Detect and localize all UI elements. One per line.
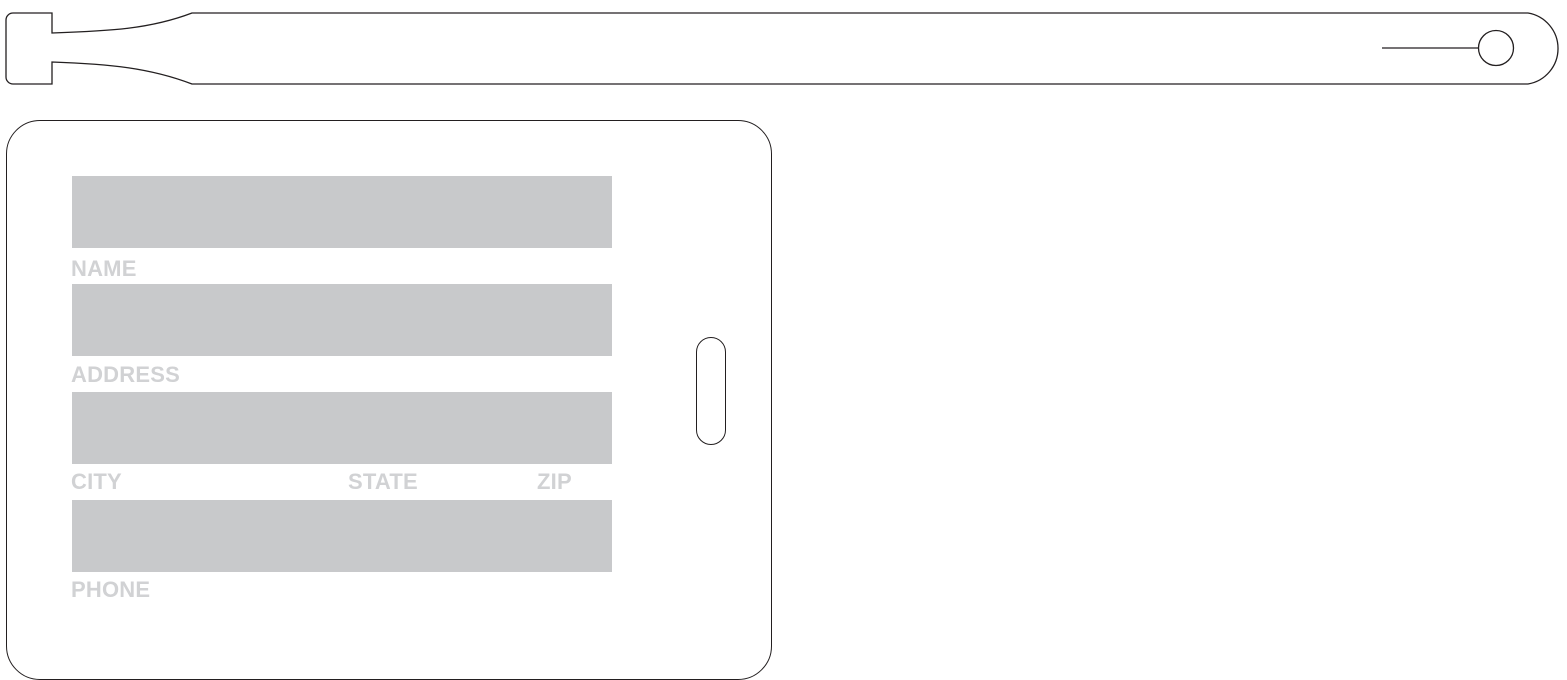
name-label: NAME — [71, 256, 137, 281]
strap-shape — [5, 12, 1559, 85]
tag-body: NAME ADDRESS CITY STATE ZIP PHONE — [6, 120, 772, 680]
zip-label: ZIP — [537, 469, 572, 494]
state-label: STATE — [348, 469, 418, 494]
phone-label: PHONE — [71, 577, 151, 602]
city-state-zip-field-box[interactable] — [72, 392, 612, 464]
address-label: ADDRESS — [71, 362, 180, 387]
strap-slot — [696, 337, 726, 445]
name-field-box[interactable] — [72, 176, 612, 248]
strap-pin-hole — [1477, 29, 1515, 67]
city-label: CITY — [71, 469, 122, 494]
address-field-box[interactable] — [72, 284, 612, 356]
phone-field-box[interactable] — [72, 500, 612, 572]
luggage-tag-template: { "tag": { "fields": { "name_label": "NA… — [0, 0, 1567, 680]
strap-outline — [5, 12, 1559, 85]
